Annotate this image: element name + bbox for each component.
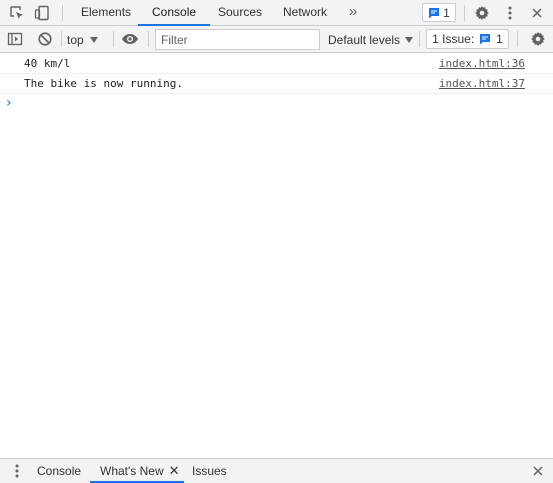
context-selector-value: top: [67, 32, 84, 47]
drawer-kebab-menu-icon[interactable]: [8, 462, 26, 480]
console-settings-gear-icon[interactable]: [529, 30, 547, 48]
console-message: The bike is now running. index.html:37: [0, 74, 553, 94]
kebab-menu-icon[interactable]: [501, 4, 519, 22]
console-toolbar: top Default levels 1 Issue: 1: [0, 26, 553, 53]
tabbar-divider: [62, 5, 63, 21]
drawer-tab-console[interactable]: Console: [37, 459, 81, 483]
eye-icon[interactable]: [121, 30, 139, 48]
console-message-source-link[interactable]: index.html:37: [439, 77, 525, 90]
toolbar-divider: [517, 31, 518, 47]
issues-badge-button[interactable]: 1: [422, 3, 456, 22]
context-selector[interactable]: top: [67, 30, 98, 49]
devtools-tab-bar: Elements Console Sources Network » 1: [0, 0, 553, 26]
issue-counter-label: 1 Issue:: [432, 32, 475, 46]
chevron-down-icon: [89, 36, 98, 43]
device-toolbar-icon[interactable]: [33, 4, 51, 22]
settings-gear-icon[interactable]: [473, 4, 491, 22]
prompt-caret-icon: ›: [6, 95, 12, 111]
issues-message-icon: [479, 33, 491, 45]
console-message-text: 40 km/l: [24, 57, 71, 70]
filter-input[interactable]: [155, 29, 320, 50]
toolbar-divider: [148, 31, 149, 47]
close-devtools-icon[interactable]: [528, 4, 546, 22]
console-messages: 40 km/l index.html:36 The bike is now ru…: [0, 54, 553, 114]
tabbar-divider: [464, 5, 465, 21]
issue-counter-button[interactable]: 1 Issue: 1: [426, 29, 509, 49]
tab-elements[interactable]: Elements: [79, 0, 133, 25]
tab-network[interactable]: Network: [281, 0, 329, 25]
issue-counter-count: 1: [496, 32, 503, 46]
log-levels-label: Default levels: [328, 32, 401, 47]
console-message-text: The bike is now running.: [24, 77, 183, 90]
toolbar-divider: [419, 31, 420, 47]
close-drawer-icon[interactable]: [529, 462, 547, 480]
issues-badge-count: 1: [443, 5, 450, 20]
toolbar-divider: [61, 31, 62, 47]
inspect-element-icon[interactable]: [8, 4, 26, 22]
more-tabs-icon[interactable]: »: [346, 2, 360, 22]
drawer-tab-label: What's New: [100, 464, 164, 478]
bottom-drawer: Console What's New ✕ Issues: [0, 458, 553, 483]
console-message: 40 km/l index.html:36: [0, 54, 553, 74]
chevron-down-icon: [405, 36, 414, 43]
clear-console-icon[interactable]: [36, 30, 54, 48]
console-message-source-link[interactable]: index.html:36: [439, 57, 525, 70]
console-prompt[interactable]: ›: [0, 94, 553, 114]
log-levels-dropdown[interactable]: Default levels: [328, 30, 414, 49]
close-tab-icon[interactable]: ✕: [169, 463, 180, 478]
toolbar-divider: [113, 31, 114, 47]
tab-sources[interactable]: Sources: [216, 0, 264, 25]
sidebar-toggle-icon[interactable]: [6, 30, 24, 48]
drawer-tab-whats-new[interactable]: What's New ✕: [100, 459, 180, 483]
drawer-tab-issues[interactable]: Issues: [192, 459, 227, 483]
tab-console[interactable]: Console: [137, 0, 211, 26]
issues-message-icon: [428, 7, 440, 19]
